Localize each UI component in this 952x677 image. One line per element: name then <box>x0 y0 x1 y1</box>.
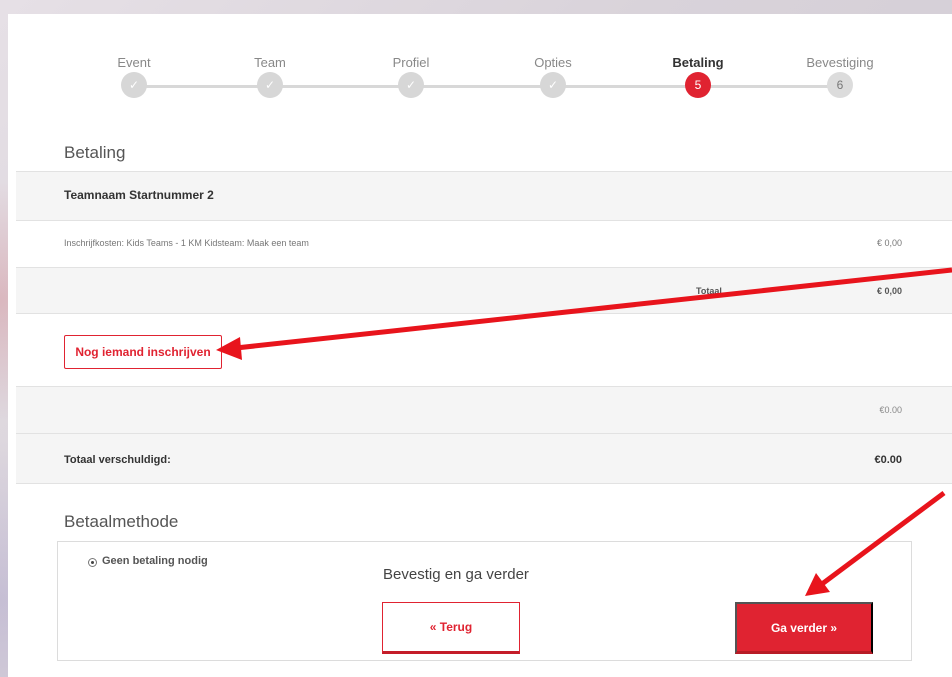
back-button[interactable]: « Terug <box>382 602 520 654</box>
line-item-label: Inschrijfkosten: Kids Teams - 1 KM Kidst… <box>64 238 309 248</box>
checkout-card: Event ✓ Team ✓ Profiel ✓ Opties ✓ Betali… <box>8 14 952 677</box>
team-name: Teamnaam Startnummer 2 <box>64 188 214 202</box>
subtotal-amount: €0.00 <box>879 405 902 415</box>
step-label: Bevestiging <box>806 55 874 70</box>
step-check-icon: ✓ <box>540 72 566 98</box>
line-item-amount: € 0,00 <box>876 238 902 248</box>
step-label: Opties <box>534 55 572 70</box>
step-bevestiging: Bevestiging 6 <box>780 54 900 98</box>
payment-method-box: Geen betaling nodig Bevestig en ga verde… <box>57 541 912 661</box>
amount-due-value: €0.00 <box>874 454 902 466</box>
radio-selected-icon[interactable] <box>88 558 97 567</box>
step-label: Event <box>117 55 151 70</box>
total-amount: € 0,00 <box>876 286 902 296</box>
line-item-row: Inschrijfkosten: Kids Teams - 1 KM Kidst… <box>16 220 952 268</box>
confirm-text: Bevestig en ga verder <box>383 566 529 583</box>
step-label: Team <box>254 55 286 70</box>
amount-due-label: Totaal verschuldigd: <box>64 454 171 466</box>
step-label: Betaling <box>672 55 724 70</box>
subtotal-row: €0.00 <box>16 386 952 434</box>
amount-due-row: Totaal verschuldigd: €0.00 <box>16 433 952 484</box>
payment-option-label[interactable]: Geen betaling nodig <box>102 555 208 567</box>
payment-title: Betaling <box>64 143 126 162</box>
payment-method-title: Betaalmethode <box>64 512 179 531</box>
team-row: Teamnaam Startnummer 2 <box>16 171 952 221</box>
step-number: 6 <box>827 72 853 98</box>
step-profiel: Profiel ✓ <box>351 54 471 98</box>
step-check-icon: ✓ <box>398 72 424 98</box>
total-row: Totaal € 0,00 <box>16 267 952 314</box>
step-event: Event ✓ <box>74 54 194 98</box>
next-button[interactable]: Ga verder » <box>735 602 873 654</box>
add-person-button[interactable]: Nog iemand inschrijven <box>64 335 222 369</box>
step-number: 5 <box>685 72 711 98</box>
step-opties: Opties ✓ <box>493 54 613 98</box>
step-check-icon: ✓ <box>257 72 283 98</box>
step-check-icon: ✓ <box>121 72 147 98</box>
total-label: Totaal <box>696 286 722 296</box>
step-team: Team ✓ <box>210 54 330 98</box>
step-label: Profiel <box>392 55 430 70</box>
progress-stepper: Event ✓ Team ✓ Profiel ✓ Opties ✓ Betali… <box>8 14 952 124</box>
step-betaling: Betaling 5 <box>638 54 758 98</box>
